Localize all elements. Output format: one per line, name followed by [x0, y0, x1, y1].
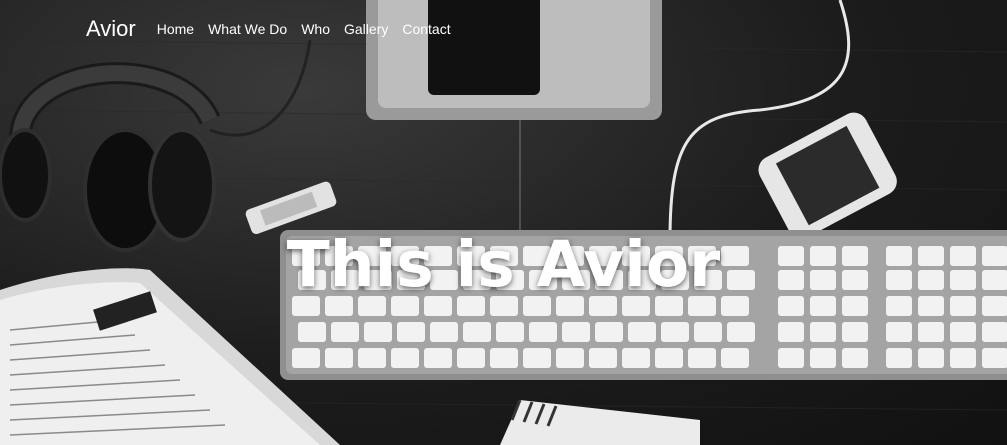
keyboard-key: [430, 322, 458, 342]
top-navigation: Avior Home What We Do Who Gallery Contac…: [86, 14, 451, 44]
keyboard-key: [694, 322, 722, 342]
keyboard-key: [842, 322, 868, 342]
keyboard-key: [298, 322, 326, 342]
keyboard-key: [628, 322, 656, 342]
keyboard-key: [950, 322, 976, 342]
keyboard-key: [688, 348, 716, 368]
nav-item-gallery[interactable]: Gallery: [344, 21, 388, 37]
keyboard-key: [358, 348, 386, 368]
keyboard-key: [589, 348, 617, 368]
keyboard-key: [496, 322, 524, 342]
keyboard-key: [331, 322, 359, 342]
keyboard-key: [457, 348, 485, 368]
keyboard-key: [810, 348, 836, 368]
hero-background-image: [0, 0, 1007, 445]
brand-logo[interactable]: Avior: [86, 16, 136, 42]
keyboard-key: [661, 322, 689, 342]
keyboard-key: [655, 348, 683, 368]
hero-section: Avior Home What We Do Who Gallery Contac…: [0, 0, 1007, 445]
keyboard-key: [523, 348, 551, 368]
keyboard-key: [595, 322, 623, 342]
keyboard-key: [950, 348, 976, 368]
keyboard-key: [490, 348, 518, 368]
keyboard-key: [364, 322, 392, 342]
keyboard-key: [622, 348, 650, 368]
nav-item-who[interactable]: Who: [301, 21, 330, 37]
keyboard-key: [778, 322, 804, 342]
keyboard-key: [918, 348, 944, 368]
nav-menu: Home What We Do Who Gallery Contact: [157, 21, 451, 37]
keyboard-key: [982, 322, 1007, 342]
keyboard-key: [886, 348, 912, 368]
hero-title: This is Avior: [286, 228, 721, 302]
keyboard-key: [982, 348, 1007, 368]
nav-item-home[interactable]: Home: [157, 21, 194, 37]
keyboard-key: [886, 322, 912, 342]
keyboard-key: [391, 348, 419, 368]
nav-item-contact[interactable]: Contact: [402, 21, 450, 37]
keyboard-key: [424, 348, 452, 368]
keyboard-key: [721, 348, 749, 368]
keyboard-key: [463, 322, 491, 342]
keyboard-key: [810, 322, 836, 342]
keyboard-key: [842, 348, 868, 368]
keyboard-key: [325, 348, 353, 368]
nav-item-what-we-do[interactable]: What We Do: [208, 21, 287, 37]
keyboard-key: [529, 322, 557, 342]
keyboard-key: [292, 348, 320, 368]
keyboard-key: [727, 322, 755, 342]
keyboard-key: [562, 322, 590, 342]
keyboard-key: [918, 322, 944, 342]
keyboard-key: [397, 322, 425, 342]
keyboard-key: [778, 348, 804, 368]
keyboard-key: [556, 348, 584, 368]
